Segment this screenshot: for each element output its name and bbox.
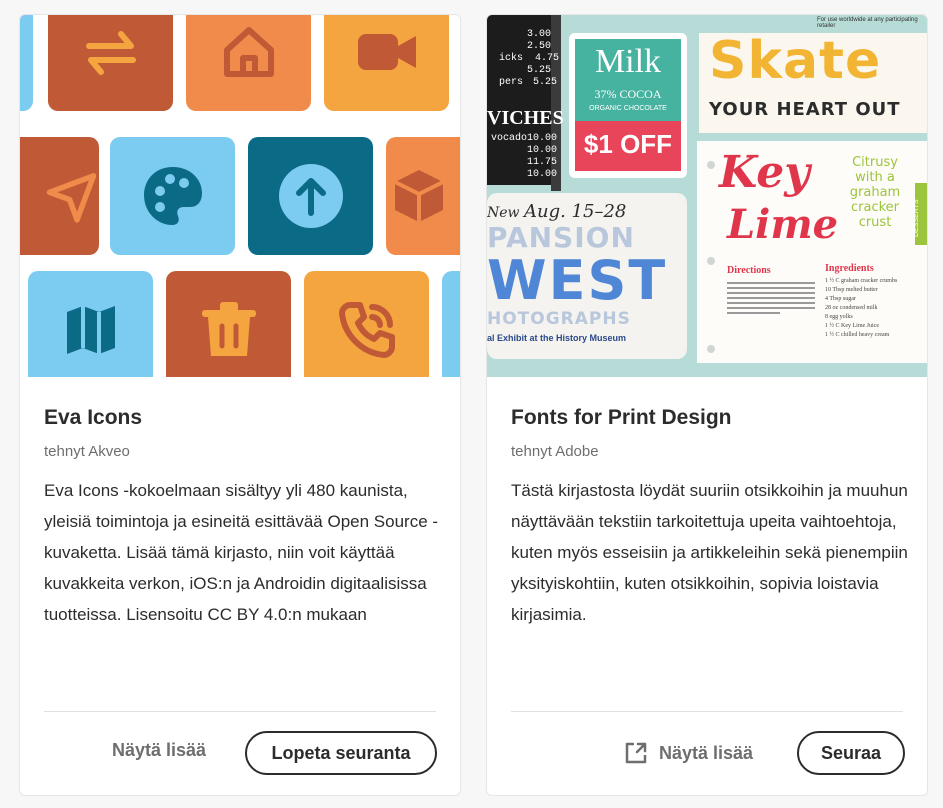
show-more-button[interactable]: Näytä lisää bbox=[623, 740, 753, 766]
aug-dates: New Aug. 15–28 bbox=[487, 201, 627, 222]
sandwich-header: VICHES bbox=[487, 107, 564, 129]
directions-text bbox=[727, 279, 815, 317]
home-icon bbox=[186, 15, 311, 111]
unfollow-label: Lopeta seuranta bbox=[271, 742, 411, 763]
menu-prices: 3.00 2.50 icks 4.75 5.25 pers 5.25 bbox=[499, 29, 560, 88]
milk-cocoa: 37% COCOA bbox=[594, 87, 662, 101]
ingredients-list: 1 ½ C graham cracker crumbs 10 Tbsp melt… bbox=[825, 278, 898, 338]
card-divider bbox=[44, 711, 436, 712]
lime-word: Lime bbox=[727, 201, 839, 248]
external-link-icon bbox=[625, 742, 647, 764]
show-more-label: Näytä lisää bbox=[112, 740, 207, 760]
phone-call-icon bbox=[304, 271, 429, 377]
card-title: Fonts for Print Design bbox=[511, 406, 732, 429]
follow-label: Seuraa bbox=[820, 742, 882, 763]
cube-icon bbox=[386, 137, 460, 255]
card-title: Eva Icons bbox=[44, 406, 143, 429]
map-icon bbox=[28, 271, 153, 377]
show-more-button[interactable]: Näytä lisää bbox=[112, 740, 206, 761]
skate-sub: YOUR HEART OUT bbox=[709, 99, 901, 120]
library-card-eva-icons: Eva Icons tehnyt Akveo Eva Icons -kokoel… bbox=[19, 14, 461, 796]
show-more-label: Näytä lisää bbox=[659, 742, 754, 763]
video-icon bbox=[324, 15, 449, 111]
fonts-preview-image: 3.00 2.50 icks 4.75 5.25 pers 5.25 VICHE… bbox=[487, 15, 927, 377]
ingredients-heading: Ingredients bbox=[825, 263, 874, 274]
exhibit-text: al Exhibit at the History Museum bbox=[487, 333, 627, 343]
trash-icon bbox=[166, 271, 291, 377]
library-card-fonts-for-print-design: 3.00 2.50 icks 4.75 5.25 pers 5.25 VICHE… bbox=[486, 14, 928, 796]
card-author: tehnyt Akveo bbox=[44, 443, 130, 460]
palette-icon bbox=[110, 137, 235, 255]
arrow-up-circle-icon bbox=[248, 137, 373, 255]
card-divider bbox=[511, 711, 903, 712]
follow-button[interactable]: Seuraa bbox=[797, 731, 905, 775]
eva-icons-preview-image bbox=[20, 15, 460, 377]
west-word: WEST bbox=[487, 249, 668, 312]
navigation-icon bbox=[20, 137, 99, 255]
milk-word: Milk bbox=[594, 43, 662, 80]
skate-word: Skate bbox=[709, 31, 882, 91]
swap-icon bbox=[48, 15, 173, 111]
card-description: Tästä kirjastosta löydät suuriin otsikko… bbox=[511, 481, 908, 624]
key-word: Key bbox=[719, 147, 810, 198]
milk-off: $1 OFF bbox=[583, 129, 673, 159]
citrusy-text: Citrusy with a graham cracker crust bbox=[849, 155, 901, 230]
card-description: Eva Icons -kokoelmaan sisältyy yli 480 k… bbox=[44, 481, 439, 624]
photographs-word: HOTOGRAPHS bbox=[487, 309, 631, 329]
milk-organic: ORGANIC CHOCOLATE bbox=[589, 105, 667, 112]
unfollow-button[interactable]: Lopeta seuranta bbox=[245, 731, 437, 775]
sandwich-prices: vocado10.00 10.00 11.75 10.00 bbox=[491, 133, 558, 180]
desserts-tab: DESSERTS bbox=[913, 199, 920, 237]
card-author: tehnyt Adobe bbox=[511, 443, 599, 460]
skate-fineprint: For use worldwide at any participating r… bbox=[817, 17, 918, 29]
directions-heading: Directions bbox=[727, 265, 771, 276]
